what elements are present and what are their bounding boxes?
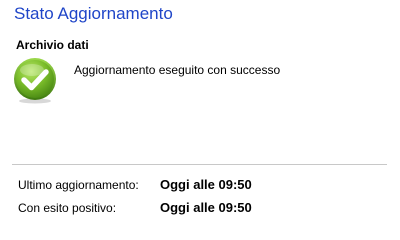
last-success-value: Oggi alle 09:50 <box>160 200 252 215</box>
archive-section-title: Archivio dati <box>16 38 89 52</box>
last-update-row: Ultimo aggiornamento: Oggi alle 09:50 <box>0 178 400 194</box>
last-success-row: Con esito positivo: Oggi alle 09:50 <box>0 201 400 217</box>
success-check-icon <box>14 58 56 104</box>
last-update-label: Ultimo aggiornamento: <box>18 178 139 192</box>
page-title: Stato Aggiornamento <box>14 4 173 23</box>
update-status-panel: Stato Aggiornamento Archivio dati Aggior… <box>0 0 400 223</box>
last-success-label: Con esito positivo: <box>18 201 117 215</box>
last-update-value: Oggi alle 09:50 <box>160 177 252 192</box>
divider <box>12 164 387 165</box>
status-message: Aggiornamento eseguito con successo <box>74 63 281 77</box>
